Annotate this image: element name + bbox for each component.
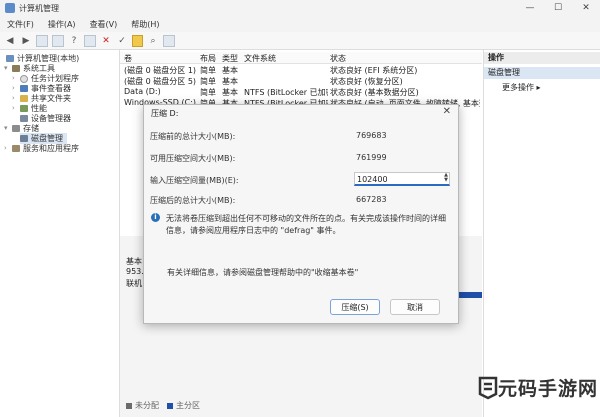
table-row[interactable]: Data (D:) 简单 基本 NTFS (BitLocker 已加密) 状态良… bbox=[120, 86, 482, 97]
dialog-title: 压缩 D: bbox=[151, 109, 179, 118]
table-row[interactable]: (磁盘 0 磁盘分区 5) 简单 基本 状态良好 (恢复分区) bbox=[120, 75, 482, 86]
tools-icon bbox=[12, 65, 20, 72]
expand-arrow-icon[interactable]: › bbox=[12, 84, 15, 92]
unallocated-swatch bbox=[126, 402, 132, 409]
shrink-dialog: 压缩 D: ✕ 压缩前的总计大小(MB): 769683 可用压缩空间大小(MB… bbox=[143, 104, 459, 324]
event-viewer-icon bbox=[20, 85, 28, 92]
actions-header: 操作 bbox=[484, 52, 600, 64]
actions-section-disk-management[interactable]: 磁盘管理 bbox=[484, 67, 600, 79]
disk-type: 基本 bbox=[126, 257, 142, 266]
column-header-layout[interactable]: 布局 bbox=[200, 53, 216, 64]
shrink-amount-input[interactable]: 102400 ▲ ▼ bbox=[354, 172, 450, 186]
actions-pane: 操作 磁盘管理 更多操作 ▸ bbox=[483, 50, 600, 417]
volume-list-header: 卷 布局 类型 文件系统 状态 bbox=[120, 52, 482, 64]
column-header-filesystem[interactable]: 文件系统 bbox=[244, 53, 276, 64]
disk-status: 联机 bbox=[126, 279, 142, 288]
watermark-logo-icon bbox=[478, 376, 498, 400]
back-icon[interactable]: ◀ bbox=[4, 35, 16, 47]
tree-item-services-apps[interactable]: 服务和应用程序 bbox=[12, 143, 79, 154]
maximize-button[interactable]: ☐ bbox=[544, 0, 572, 16]
device-manager-icon bbox=[20, 115, 28, 122]
column-header-status[interactable]: 状态 bbox=[330, 53, 346, 64]
expand-arrow-icon[interactable]: ▾ bbox=[4, 64, 8, 72]
navigation-tree: 计算机管理(本地) ▾ 系统工具 › 任务计划程序 › 事件查看器 › 共享文件… bbox=[0, 50, 120, 417]
close-window-button[interactable]: ✕ bbox=[572, 0, 600, 16]
storage-icon bbox=[12, 125, 20, 132]
info-icon: i bbox=[151, 213, 160, 222]
dialog-close-button[interactable]: ✕ bbox=[443, 106, 451, 117]
disk-size: 953. bbox=[126, 267, 144, 276]
watermark: 元码手游网 bbox=[478, 372, 600, 417]
shrink-amount-label: 输入压缩空间量(MB)(E): bbox=[150, 176, 239, 185]
computer-icon bbox=[6, 55, 14, 62]
check-icon[interactable]: ✓ bbox=[116, 35, 128, 47]
performance-icon bbox=[20, 105, 28, 112]
menu-help[interactable]: 帮助(H) bbox=[124, 16, 166, 32]
computer-management-icon bbox=[5, 3, 15, 13]
properties-icon[interactable] bbox=[52, 34, 64, 47]
refresh-icon[interactable] bbox=[163, 34, 175, 47]
table-row[interactable]: (磁盘 0 磁盘分区 1) 简单 基本 状态良好 (EFI 系统分区) bbox=[120, 64, 482, 75]
watermark-text: 元码手游网 bbox=[498, 378, 599, 400]
primary-partition-swatch bbox=[167, 402, 173, 409]
help-message: 有关详细信息，请参阅磁盘管理帮助中的"收缩基本卷" bbox=[167, 268, 359, 277]
open-icon[interactable] bbox=[132, 34, 143, 47]
legend: 未分配 主分区 bbox=[126, 400, 200, 411]
spin-down-icon[interactable]: ▼ bbox=[444, 178, 448, 183]
disk-icon bbox=[20, 135, 28, 142]
available-space-value: 761999 bbox=[356, 153, 387, 162]
search-icon[interactable]: ⌕ bbox=[147, 35, 159, 47]
info-message: 无法将卷压缩到超出任何不可移动的文件所在的点。有关完成该操作时间的详细信息，请参… bbox=[166, 214, 446, 235]
menu-bar: 文件(F) 操作(A) 查看(V) 帮助(H) bbox=[0, 16, 600, 32]
column-header-type[interactable]: 类型 bbox=[222, 53, 238, 64]
shrink-amount-value: 102400 bbox=[357, 175, 388, 184]
column-header-volume[interactable]: 卷 bbox=[124, 53, 132, 64]
window-title: 计算机管理 bbox=[19, 4, 59, 13]
chevron-right-icon: ▸ bbox=[536, 83, 541, 92]
menu-view[interactable]: 查看(V) bbox=[83, 16, 125, 32]
menu-action[interactable]: 操作(A) bbox=[41, 16, 83, 32]
expand-arrow-icon[interactable]: ▾ bbox=[4, 124, 8, 132]
services-icon bbox=[12, 145, 20, 152]
total-after-label: 压缩后的总计大小(MB): bbox=[150, 196, 236, 205]
toolbar: ◀ ▶ ? ✕ ✓ ⌕ bbox=[0, 32, 600, 50]
legend-unallocated: 未分配 bbox=[135, 401, 159, 410]
clock-icon bbox=[20, 74, 28, 83]
available-space-label: 可用压缩空间大小(MB): bbox=[150, 154, 236, 163]
shrink-button[interactable]: 压缩(S) bbox=[330, 299, 380, 315]
more-actions-link[interactable]: 更多操作 ▸ bbox=[502, 82, 541, 93]
minimize-button[interactable]: — bbox=[516, 0, 544, 16]
forward-icon[interactable]: ▶ bbox=[20, 35, 32, 47]
folder-icon bbox=[20, 95, 28, 102]
legend-primary: 主分区 bbox=[176, 401, 200, 410]
delete-icon[interactable]: ✕ bbox=[100, 35, 112, 47]
help-icon[interactable]: ? bbox=[68, 35, 80, 47]
spin-buttons[interactable]: ▲ ▼ bbox=[444, 173, 448, 183]
expand-arrow-icon[interactable]: › bbox=[12, 74, 15, 82]
total-after-value: 667283 bbox=[356, 195, 387, 204]
expand-arrow-icon[interactable]: › bbox=[12, 104, 15, 112]
cancel-button[interactable]: 取消 bbox=[390, 299, 440, 315]
tree-icon[interactable] bbox=[36, 34, 48, 47]
list-icon[interactable] bbox=[84, 34, 96, 47]
total-before-label: 压缩前的总计大小(MB): bbox=[150, 132, 236, 141]
total-before-value: 769683 bbox=[356, 131, 387, 140]
title-bar: 计算机管理 — ☐ ✕ bbox=[0, 0, 600, 16]
expand-arrow-icon[interactable]: › bbox=[4, 144, 7, 152]
menu-file[interactable]: 文件(F) bbox=[0, 16, 41, 32]
expand-arrow-icon[interactable]: › bbox=[12, 94, 15, 102]
